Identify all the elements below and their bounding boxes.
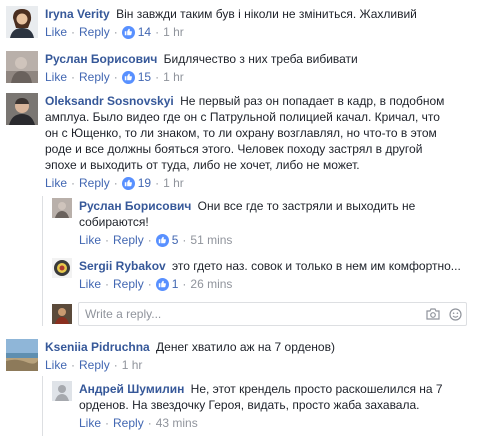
avatar[interactable] — [52, 381, 72, 401]
like-link[interactable]: Like — [45, 24, 67, 40]
comment-actions: Like · Reply · 19 · 1 hr — [45, 175, 184, 191]
like-count: 15 — [137, 70, 152, 84]
comment: Руслан Борисович Бидлячество з них треба… — [6, 51, 486, 85]
comment-author[interactable]: Oleksandr Sosnovskyi — [45, 94, 174, 108]
reply-input[interactable] — [79, 303, 422, 325]
reply-thread-line — [42, 376, 43, 436]
avatar[interactable] — [6, 339, 38, 371]
avatar[interactable] — [6, 6, 38, 38]
comment-text: Денег хватило аж на 7 орденов) — [156, 340, 335, 354]
timestamp[interactable]: 1 hr — [163, 24, 184, 40]
reply-link[interactable]: Reply — [79, 175, 110, 191]
thumbs-up-icon — [155, 233, 169, 247]
comment-author[interactable]: Руслан Борисович — [45, 52, 157, 66]
reply-link[interactable]: Reply — [113, 232, 144, 248]
thumbs-up-icon — [121, 176, 135, 190]
comment-author[interactable]: Руслан Борисович — [79, 199, 191, 213]
like-count-badge[interactable]: 1 — [155, 276, 179, 292]
like-link[interactable]: Like — [45, 175, 67, 191]
timestamp[interactable]: 43 mins — [156, 415, 198, 431]
like-link[interactable]: Like — [45, 357, 67, 373]
reply: Sergii Rybakov это гдето наз. совок и то… — [52, 258, 472, 292]
like-link[interactable]: Like — [79, 276, 101, 292]
timestamp[interactable]: 51 mins — [190, 232, 232, 248]
like-link[interactable]: Like — [79, 232, 101, 248]
comment-author[interactable]: Андрей Шумилин — [79, 382, 184, 396]
thumbs-up-icon — [155, 277, 169, 291]
emoji-icon[interactable] — [444, 303, 466, 325]
camera-icon[interactable] — [422, 303, 444, 325]
timestamp[interactable]: 1 hr — [122, 357, 143, 373]
thumbs-up-icon — [121, 25, 135, 39]
comment-actions: Like · Reply · 1 hr — [45, 357, 143, 373]
thumbs-up-icon — [121, 70, 135, 84]
like-count-badge[interactable]: 14 — [121, 24, 152, 40]
like-link[interactable]: Like — [79, 415, 101, 431]
timestamp[interactable]: 1 hr — [163, 175, 184, 191]
comment: Iryna Verity Він завжди таким був і ніко… — [6, 6, 486, 40]
comment-actions: Like · Reply · 5 · 51 mins — [79, 232, 233, 248]
reply-link[interactable]: Reply — [113, 415, 144, 431]
comment-author[interactable]: Iryna Verity — [45, 7, 110, 21]
like-link[interactable]: Like — [45, 69, 67, 85]
like-count: 14 — [137, 25, 152, 39]
like-count: 1 — [171, 277, 179, 291]
comment-author[interactable]: Kseniia Pidruchna — [45, 340, 150, 354]
comment: Oleksandr Sosnovskyi Не первый раз он по… — [6, 93, 452, 191]
comment-author[interactable]: Sergii Rybakov — [79, 259, 166, 273]
comment-actions: Like · Reply · 43 mins — [79, 415, 198, 431]
comment: Kseniia Pidruchna Денег хватило аж на 7 … — [6, 339, 486, 373]
comment-text: это гдето наз. совок и только в нем им к… — [172, 259, 461, 273]
comment-actions: Like · Reply · 14 · 1 hr — [45, 24, 184, 40]
comment-text: Він завжди таким був і ніколи не змінить… — [116, 7, 417, 21]
comment-actions: Like · Reply · 1 · 26 mins — [79, 276, 233, 292]
avatar — [52, 304, 72, 324]
avatar[interactable] — [6, 51, 38, 83]
like-count: 19 — [137, 176, 152, 190]
like-count: 5 — [171, 233, 179, 247]
avatar[interactable] — [52, 258, 72, 278]
reply-link[interactable]: Reply — [79, 24, 110, 40]
avatar[interactable] — [52, 198, 72, 218]
reply-link[interactable]: Reply — [79, 357, 110, 373]
avatar[interactable] — [6, 93, 38, 125]
like-count-badge[interactable]: 15 — [121, 69, 152, 85]
reply-thread-line — [42, 196, 43, 326]
reply: Руслан Борисович Они все где то застряли… — [52, 198, 452, 248]
comment-actions: Like · Reply · 15 · 1 hr — [45, 69, 184, 85]
reply: Андрей Шумилин Не, этот крендель просто … — [52, 381, 472, 431]
timestamp[interactable]: 26 mins — [190, 276, 232, 292]
reply-input-box — [78, 302, 467, 326]
reply-link[interactable]: Reply — [113, 276, 144, 292]
like-count-badge[interactable]: 5 — [155, 232, 179, 248]
timestamp[interactable]: 1 hr — [163, 69, 184, 85]
comment-text: Бидлячество з них треба вибивати — [163, 52, 358, 66]
like-count-badge[interactable]: 19 — [121, 175, 152, 191]
reply-link[interactable]: Reply — [79, 69, 110, 85]
